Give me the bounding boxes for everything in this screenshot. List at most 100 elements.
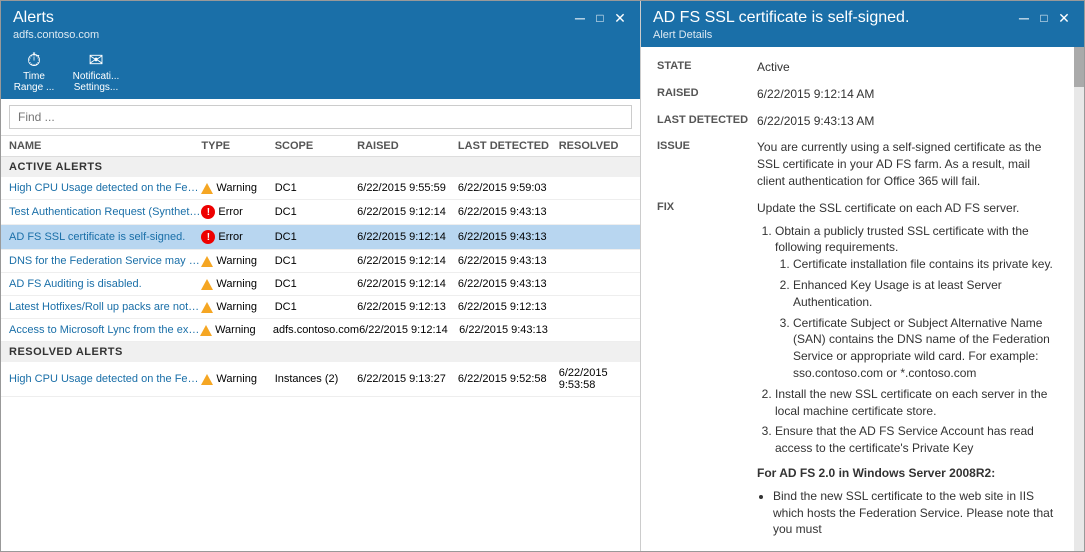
fix-step-1-sub-2: Enhanced Key Usage is at least Server Au… <box>793 277 1058 311</box>
right-close-button[interactable]: ✕ <box>1056 11 1072 25</box>
warning-icon <box>201 256 213 267</box>
row-raised: 6/22/2015 9:12:13 <box>357 301 458 313</box>
row-last-detected: 6/22/2015 9:12:13 <box>458 301 559 313</box>
row-scope: DC1 <box>275 301 357 313</box>
issue-value: You are currently using a self-signed ce… <box>757 139 1058 189</box>
table-row[interactable]: Latest Hotfixes/Roll up packs are not in… <box>1 296 640 319</box>
row-scope: DC1 <box>275 206 357 218</box>
fix-step-1-sub-1: Certificate installation file contains i… <box>793 256 1058 273</box>
row-scope: DC1 <box>275 278 357 290</box>
right-panel: AD FS SSL certificate is self-signed. Al… <box>641 1 1084 551</box>
row-resolved: 6/22/2015 9:53:58 <box>559 367 632 391</box>
close-button[interactable]: ✕ <box>612 11 628 25</box>
row-scope: Instances (2) <box>275 373 357 385</box>
notification-label: Notificati...Settings... <box>73 71 120 93</box>
last-detected-value: 6/22/2015 9:43:13 AM <box>757 113 1058 130</box>
warning-icon <box>201 183 213 194</box>
resolved-alerts-section-header: RESOLVED ALERTS <box>1 342 640 362</box>
table-row[interactable]: AD FS Auditing is disabled. Warning DC1 … <box>1 273 640 296</box>
row-type: ! Error <box>201 230 274 244</box>
issue-label: ISSUE <box>657 139 757 152</box>
fix-step-2: Install the new SSL certificate on each … <box>775 386 1058 420</box>
row-name: DNS for the Federation Service may be... <box>9 255 201 267</box>
row-last-detected: 6/22/2015 9:43:13 <box>458 255 559 267</box>
row-raised: 6/22/2015 9:13:27 <box>357 373 458 385</box>
issue-row: ISSUE You are currently using a self-sig… <box>657 139 1058 189</box>
fix-bullets: Bind the new SSL certificate to the web … <box>757 488 1058 538</box>
row-name: High CPU Usage detected on the Feder... <box>9 182 201 194</box>
warning-icon <box>201 302 213 313</box>
scrollbar-thumb <box>1074 47 1084 87</box>
warning-icon <box>200 325 212 336</box>
right-minimize-button[interactable]: ─ <box>1016 11 1032 25</box>
fix-list: Obtain a publicly trusted SSL certificat… <box>757 223 1058 457</box>
row-last-detected: 6/22/2015 9:59:03 <box>458 182 559 194</box>
table-row[interactable]: AD FS SSL certificate is self-signed. ! … <box>1 225 640 250</box>
row-raised: 6/22/2015 9:55:59 <box>357 182 458 194</box>
active-alerts-section-header: ACTIVE ALERTS <box>1 157 640 177</box>
right-panel-title: AD FS SSL certificate is self-signed. <box>653 9 909 27</box>
row-raised: 6/22/2015 9:12:14 <box>357 278 458 290</box>
column-scope: SCOPE <box>275 140 357 152</box>
restore-button[interactable]: □ <box>592 11 608 25</box>
warning-icon <box>201 374 213 385</box>
search-input[interactable] <box>9 105 632 129</box>
fix-row: FIX Update the SSL certificate on each A… <box>657 200 1058 542</box>
row-scope: DC1 <box>275 231 357 243</box>
row-scope: adfs.contoso.com <box>273 324 359 336</box>
time-range-icon: ⏱ <box>27 51 41 69</box>
left-panel: Alerts adfs.contoso.com ─ □ ✕ ⏱ TimeRang… <box>1 1 641 551</box>
toolbar: ⏱ TimeRange ... ✉ Notificati...Settings.… <box>1 47 640 99</box>
row-raised: 6/22/2015 9:12:14 <box>359 324 459 336</box>
main-content: Alerts adfs.contoso.com ─ □ ✕ ⏱ TimeRang… <box>1 1 1084 551</box>
table-row[interactable]: Access to Microsoft Lync from the extra.… <box>1 319 640 342</box>
row-type: Warning <box>201 255 274 267</box>
error-icon: ! <box>201 205 215 219</box>
row-scope: DC1 <box>275 255 357 267</box>
table-row[interactable]: DNS for the Federation Service may be...… <box>1 250 640 273</box>
column-last-detected: LAST DETECTED <box>458 140 559 152</box>
row-last-detected: 6/22/2015 9:43:13 <box>458 231 559 243</box>
notification-icon: ✉ <box>88 51 103 69</box>
row-type: Warning <box>201 373 274 385</box>
app-window: Alerts adfs.contoso.com ─ □ ✕ ⏱ TimeRang… <box>0 0 1085 552</box>
row-type: ! Error <box>201 205 274 219</box>
column-type: TYPE <box>201 140 274 152</box>
list-header: NAME TYPE SCOPE RAISED LAST DETECTED RES… <box>1 136 640 157</box>
state-label: STATE <box>657 59 757 72</box>
fix-intro: Update the SSL certificate on each AD FS… <box>757 200 1058 217</box>
table-row[interactable]: Test Authentication Request (Synthetic..… <box>1 200 640 225</box>
error-icon: ! <box>201 230 215 244</box>
fix-bullet-1: Bind the new SSL certificate to the web … <box>773 488 1058 538</box>
notification-settings-button[interactable]: ✉ Notificati...Settings... <box>71 51 121 93</box>
raised-value: 6/22/2015 9:12:14 AM <box>757 86 1058 103</box>
table-row[interactable]: High CPU Usage detected on the Feder... … <box>1 177 640 200</box>
row-type: Warning <box>201 301 274 313</box>
row-raised: 6/22/2015 9:12:14 <box>357 206 458 218</box>
right-scrollbar[interactable] <box>1074 47 1084 551</box>
row-name: Latest Hotfixes/Roll up packs are not in… <box>9 301 201 313</box>
row-last-detected: 6/22/2015 9:43:13 <box>458 278 559 290</box>
left-panel-title: Alerts <box>13 9 99 27</box>
row-last-detected: 6/22/2015 9:52:58 <box>458 373 559 385</box>
search-bar <box>1 99 640 136</box>
table-row[interactable]: High CPU Usage detected on the Feder... … <box>1 362 640 397</box>
fix-step-3: Ensure that the AD FS Service Account ha… <box>775 423 1058 457</box>
left-header: Alerts adfs.contoso.com ─ □ ✕ <box>1 1 640 47</box>
raised-label: RAISED <box>657 86 757 99</box>
row-name: Test Authentication Request (Synthetic..… <box>9 206 201 218</box>
right-restore-button[interactable]: □ <box>1036 11 1052 25</box>
minimize-button[interactable]: ─ <box>572 11 588 25</box>
raised-row: RAISED 6/22/2015 9:12:14 AM <box>657 86 1058 103</box>
list-body: ACTIVE ALERTS High CPU Usage detected on… <box>1 157 640 551</box>
row-name: Access to Microsoft Lync from the extra.… <box>9 324 200 336</box>
state-value: Active <box>757 59 1058 76</box>
fix-bold: For AD FS 2.0 in Windows Server 2008R2: <box>757 466 995 480</box>
row-type: Warning <box>200 324 273 336</box>
row-scope: DC1 <box>275 182 357 194</box>
row-type: Warning <box>201 278 274 290</box>
right-panel-subtitle: Alert Details <box>653 29 909 41</box>
detail-body: STATE Active RAISED 6/22/2015 9:12:14 AM… <box>641 47 1074 551</box>
column-name: NAME <box>9 140 201 152</box>
time-range-button[interactable]: ⏱ TimeRange ... <box>9 51 59 93</box>
